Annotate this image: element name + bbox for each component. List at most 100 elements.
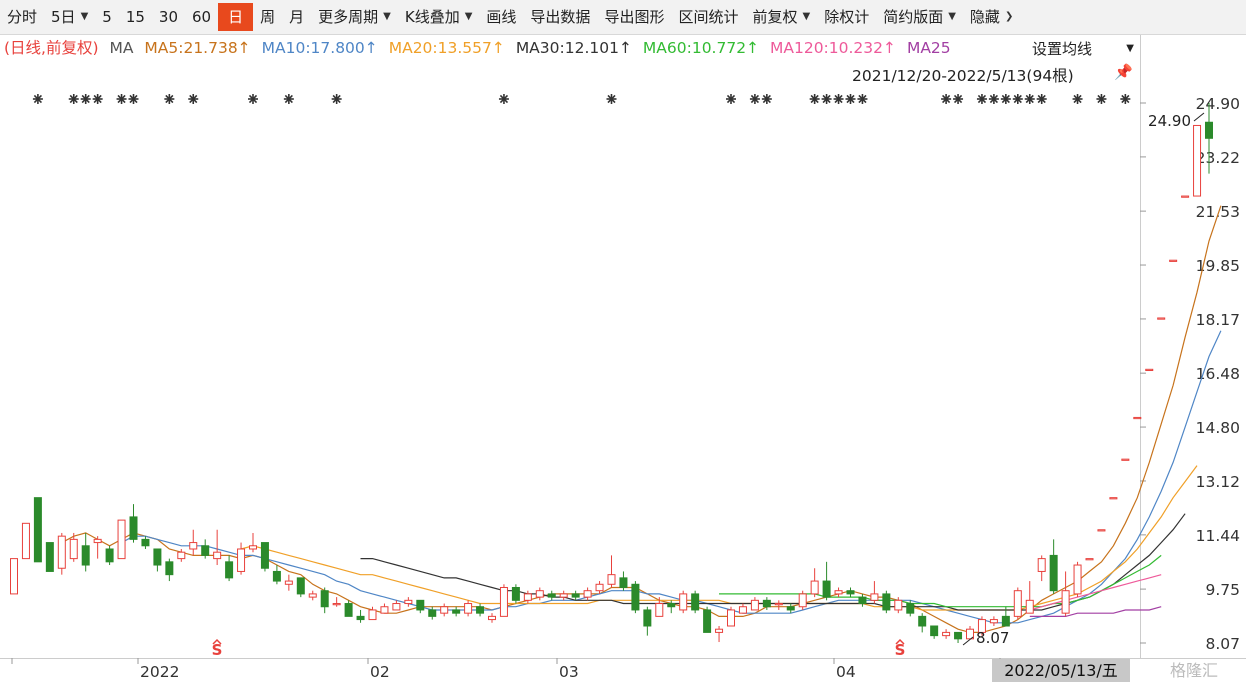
ma60-value: MA60:10.772↑ [642,39,760,57]
candle [703,606,712,633]
toolbar-item-17[interactable]: 简约版面 ▼ [876,3,963,31]
y-tick-label: 21.53 [1196,203,1240,221]
candle [1181,195,1190,198]
toolbar-item-label: 分时 [7,8,38,26]
toolbar-item-label: 前复权 [752,8,798,26]
ma-legend: (日线,前复权) MA MA5:21.738↑ MA10:17.800↑ MA2… [4,36,1020,58]
event-marker [188,94,199,104]
y-tick-label: 13.12 [1196,473,1240,491]
toolbar-item-4[interactable]: 30 [152,3,185,31]
toolbar-item-label: 日 [228,8,244,26]
toolbar-item-label: 15 [125,8,145,26]
toolbar-item-13[interactable]: 导出图形 [597,3,671,31]
candle [679,590,688,614]
candle [10,558,18,595]
toolbar-item-0[interactable]: 分时 [0,3,44,31]
event-marker [833,94,844,104]
event-marker [331,94,342,104]
candle [57,532,66,575]
candle [45,542,54,572]
candle [1097,529,1106,532]
candle [117,519,126,560]
ma30-value: MA30:12.101↑ [515,39,632,57]
event-marker [941,94,952,104]
y-tick-label: 14.80 [1196,419,1240,437]
candle [499,584,508,617]
event-marker [248,94,258,104]
chevron-down-icon: ▼ [383,11,391,22]
candle [1169,259,1178,262]
ma5-value: MA5:21.738↑ [144,39,251,57]
toolbar-item-label: 5日 [51,8,76,26]
toolbar-item-9[interactable]: 更多周期 ▼ [311,3,398,31]
period-toolbar: 分时 5日 ▼ 5 15 30 60 日周月更多周期 ▼ K线叠加 ▼ 画线 导出数据 导出图形 区间统计前… [0,0,1246,35]
event-marker [1036,94,1047,104]
candle [511,584,520,604]
chevron-right-icon: ❯ [1004,11,1014,22]
current-date-badge: 2022/05/13/五 [992,659,1130,682]
toolbar-item-15[interactable]: 前复权 ▼ [745,3,817,31]
candle [260,542,269,572]
ma-settings-dropdown[interactable]: 设置均线 ▼ [1022,36,1138,60]
toolbar-item-11[interactable]: 画线 [479,3,523,31]
y-tick-label: 11.44 [1196,527,1240,545]
candle [691,590,700,614]
event-marker [606,94,617,104]
candlestick-chart[interactable]: 24.9023.2221.5319.8518.1716.4814.8013.12… [0,0,1246,682]
event-marker [953,94,964,104]
event-marker [283,94,294,104]
event-marker [726,94,736,104]
toolbar-item-3[interactable]: 15 [119,3,152,31]
toolbar-item-6[interactable]: 日 [218,3,254,31]
toolbar-item-label: 隐藏 [969,8,1000,26]
toolbar-item-label: 区间统计 [678,8,739,26]
toolbar-item-16[interactable]: 除权计 [817,3,876,31]
toolbar-item-8[interactable]: 月 [282,3,311,31]
toolbar-item-2[interactable]: 5 [95,3,119,31]
event-marker [1000,94,1011,104]
event-marker [80,94,91,104]
toolbar-item-10[interactable]: K线叠加 ▼ [398,3,480,31]
event-marker [68,94,79,104]
candle [798,590,807,610]
toolbar-item-label: 画线 [486,8,517,26]
watermark-logo: 格隆汇 [1170,661,1219,680]
y-tick-label: 24.90 [1196,95,1240,113]
event-marker [1096,94,1107,104]
candle [1121,458,1130,461]
candle [1073,561,1082,598]
event-marker [128,94,139,104]
ma250-value: MA25 [906,39,951,57]
event-marker [1012,94,1023,104]
event-marker [116,94,127,104]
toolbar-item-14[interactable]: 区间统计 [671,3,745,31]
high-price-pointer [1193,112,1205,122]
toolbar-item-label: 除权计 [824,8,870,26]
toolbar-item-12[interactable]: 导出数据 [523,3,597,31]
toolbar-item-5[interactable]: 60 [185,3,218,31]
x-tick-label: 2022 [140,663,179,681]
toolbar-item-1[interactable]: 5日 ▼ [44,3,95,31]
toolbar-item-7[interactable]: 周 [253,3,282,31]
toolbar-item-18[interactable]: 隐藏 ❯ [963,3,1020,31]
chevron-down-icon: ▼ [1126,42,1134,54]
candle [21,522,30,560]
candle [33,497,42,563]
candle [105,545,114,566]
event-marker [1024,94,1035,104]
toolbar-item-label: 月 [289,8,305,26]
event-marker [809,94,820,104]
candle [1109,497,1118,500]
event-marker [821,94,832,104]
x-tick-label: 04 [836,663,856,681]
pin-icon[interactable]: 📌 [1114,63,1133,81]
y-tick-label: 8.07 [1205,635,1240,653]
low-price-label: 8.07 [976,629,1009,647]
event-marker [988,94,999,104]
event-marker [1072,94,1083,104]
candle [1013,587,1022,620]
candle [1157,317,1166,320]
high-price-label: 24.90 [1148,112,1191,130]
ma20-value: MA20:13.557↑ [388,39,505,57]
x-axis-ticks: 2022 02 03 04 [11,658,1001,681]
